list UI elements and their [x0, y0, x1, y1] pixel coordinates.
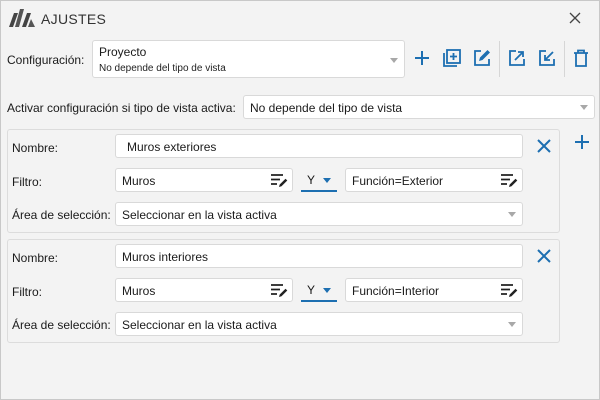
filter-category-value: Muros	[122, 174, 156, 188]
rule-name-input[interactable]: Muros interiores	[115, 244, 523, 268]
operator-select[interactable]: Y	[301, 278, 337, 302]
name-label: Nombre:	[12, 251, 59, 265]
area-value: Seleccionar en la vista activa	[122, 318, 277, 332]
filter-label: Filtro:	[12, 175, 42, 189]
filter-category-input[interactable]: Muros	[115, 278, 293, 302]
filter-condition-value: Función=Exterior	[352, 174, 444, 188]
filter-edit-icon[interactable]	[500, 172, 518, 188]
settings-window: AJUSTES Configuración: Proyecto No depen…	[0, 0, 600, 400]
plus-icon	[575, 135, 589, 149]
add-config-button[interactable]	[410, 46, 434, 70]
activation-value: No depende del tipo de vista	[250, 101, 403, 115]
remove-x-icon	[537, 249, 551, 263]
add-rule-button[interactable]	[572, 132, 592, 152]
title-bar: AJUSTES	[1, 1, 599, 35]
export-config-button[interactable]	[505, 46, 529, 70]
area-select[interactable]: Seleccionar en la vista activa	[115, 202, 523, 226]
rule-name-value: Muros exteriores	[127, 140, 217, 154]
operator-select[interactable]: Y	[301, 168, 337, 192]
chevron-down-icon	[508, 322, 516, 327]
edit-config-button[interactable]	[470, 46, 494, 70]
app-logo-icon	[9, 9, 35, 27]
filter-condition-input[interactable]: Función=Exterior	[345, 168, 523, 192]
rule-name-value: Muros interiores	[122, 250, 209, 264]
operator-value: Y	[307, 283, 316, 297]
edit-icon	[474, 50, 490, 66]
filter-edit-icon[interactable]	[270, 172, 288, 188]
export-icon	[509, 50, 525, 66]
rule-card: Nombre: Muros exteriores Filtro: Muros Y…	[7, 129, 560, 233]
filter-condition-input[interactable]: Función=Interior	[345, 278, 523, 302]
toolbar-separator	[499, 41, 500, 77]
plus-icon	[415, 51, 429, 65]
import-icon	[539, 50, 555, 66]
trash-icon	[574, 49, 588, 67]
config-label: Configuración:	[7, 53, 85, 67]
remove-rule-button[interactable]	[534, 246, 554, 266]
window-title: AJUSTES	[41, 11, 107, 27]
name-label: Nombre:	[12, 141, 59, 155]
toolbar-separator	[564, 41, 565, 77]
activation-label: Activar configuración si tipo de vista a…	[7, 101, 236, 115]
rule-name-input[interactable]: Muros exteriores	[115, 134, 523, 158]
area-value: Seleccionar en la vista activa	[122, 208, 277, 222]
area-select[interactable]: Seleccionar en la vista activa	[115, 312, 523, 336]
filter-edit-icon[interactable]	[270, 282, 288, 298]
chevron-down-icon	[323, 288, 331, 293]
rule-card: Nombre: Muros interiores Filtro: Muros Y…	[7, 239, 560, 343]
filter-category-value: Muros	[122, 284, 156, 298]
area-label: Área de selección:	[12, 318, 111, 332]
close-icon	[569, 12, 581, 24]
import-config-button[interactable]	[535, 46, 559, 70]
filter-condition-value: Función=Interior	[352, 284, 440, 298]
chevron-down-icon	[323, 178, 331, 183]
chevron-down-icon	[390, 58, 398, 63]
filter-category-input[interactable]: Muros	[115, 168, 293, 192]
filter-edit-icon[interactable]	[500, 282, 518, 298]
activation-select[interactable]: No depende del tipo de vista	[243, 95, 595, 119]
area-label: Área de selección:	[12, 208, 111, 222]
remove-rule-button[interactable]	[534, 136, 554, 156]
config-select[interactable]: Proyecto No depende del tipo de vista	[92, 40, 405, 78]
delete-config-button[interactable]	[569, 46, 593, 70]
remove-x-icon	[537, 139, 551, 153]
close-button[interactable]	[563, 7, 587, 29]
chevron-down-icon	[580, 105, 588, 110]
config-selected-desc: No depende del tipo de vista	[99, 63, 226, 74]
chevron-down-icon	[508, 212, 516, 217]
filter-label: Filtro:	[12, 285, 42, 299]
duplicate-icon	[443, 49, 461, 67]
duplicate-config-button[interactable]	[440, 46, 464, 70]
operator-value: Y	[307, 173, 316, 187]
config-selected-name: Proyecto	[99, 45, 147, 59]
